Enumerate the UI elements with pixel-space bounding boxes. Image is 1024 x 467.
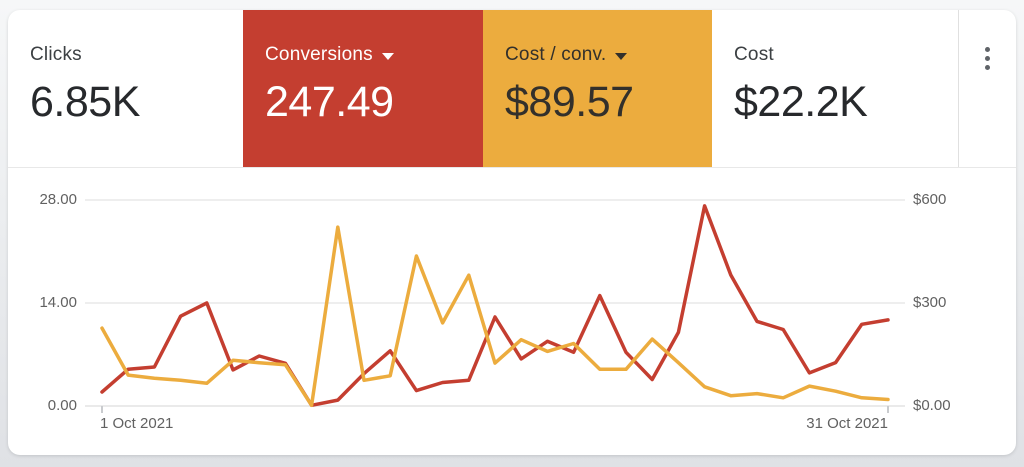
left-axis-tick-14: 14.00: [39, 294, 77, 311]
scorecard-cost[interactable]: Cost $22.2K: [712, 10, 958, 167]
x-axis-end-label: 31 Oct 2021: [806, 415, 888, 432]
conversions-line: [100, 204, 890, 408]
cost-per-conv-line: [100, 225, 890, 408]
dropdown-arrow-icon[interactable]: [381, 52, 394, 60]
scorecard-label: Clicks: [30, 44, 82, 65]
x-axis-start-label: 1 Oct 2021: [100, 415, 174, 432]
scorecard-cost-per-conv[interactable]: Cost / conv. $89.57: [483, 10, 712, 167]
scorecard-value: $89.57: [505, 78, 634, 126]
dropdown-arrow-icon[interactable]: [615, 52, 628, 60]
scorecard-label: Conversions: [265, 44, 373, 65]
left-axis-tick-0: 0.00: [47, 397, 77, 414]
scorecard-label: Cost: [734, 44, 774, 65]
widget-menu-area: [958, 10, 1016, 167]
left-axis-tick-28: 28.00: [39, 191, 77, 208]
kebab-menu-icon[interactable]: [981, 43, 994, 74]
scorecard-value: $22.2K: [734, 78, 868, 126]
scorecard-label: Cost / conv.: [505, 44, 607, 65]
scorecard-value: 247.49: [265, 78, 394, 126]
scorecard-clicks[interactable]: Clicks 6.85K: [8, 10, 243, 167]
scorecard-conversions[interactable]: Conversions 247.49: [243, 10, 483, 167]
right-axis-tick-300: $300: [913, 294, 947, 311]
performance-widget-card: Clicks 6.85K Conversions 247.49 Cost / c…: [8, 10, 1016, 455]
right-axis-tick-600: $600: [913, 191, 947, 208]
scorecard-header: Clicks 6.85K Conversions 247.49 Cost / c…: [8, 10, 1016, 168]
right-axis-tick-0: $0.00: [913, 397, 951, 414]
scorecard-value: 6.85K: [30, 78, 140, 126]
